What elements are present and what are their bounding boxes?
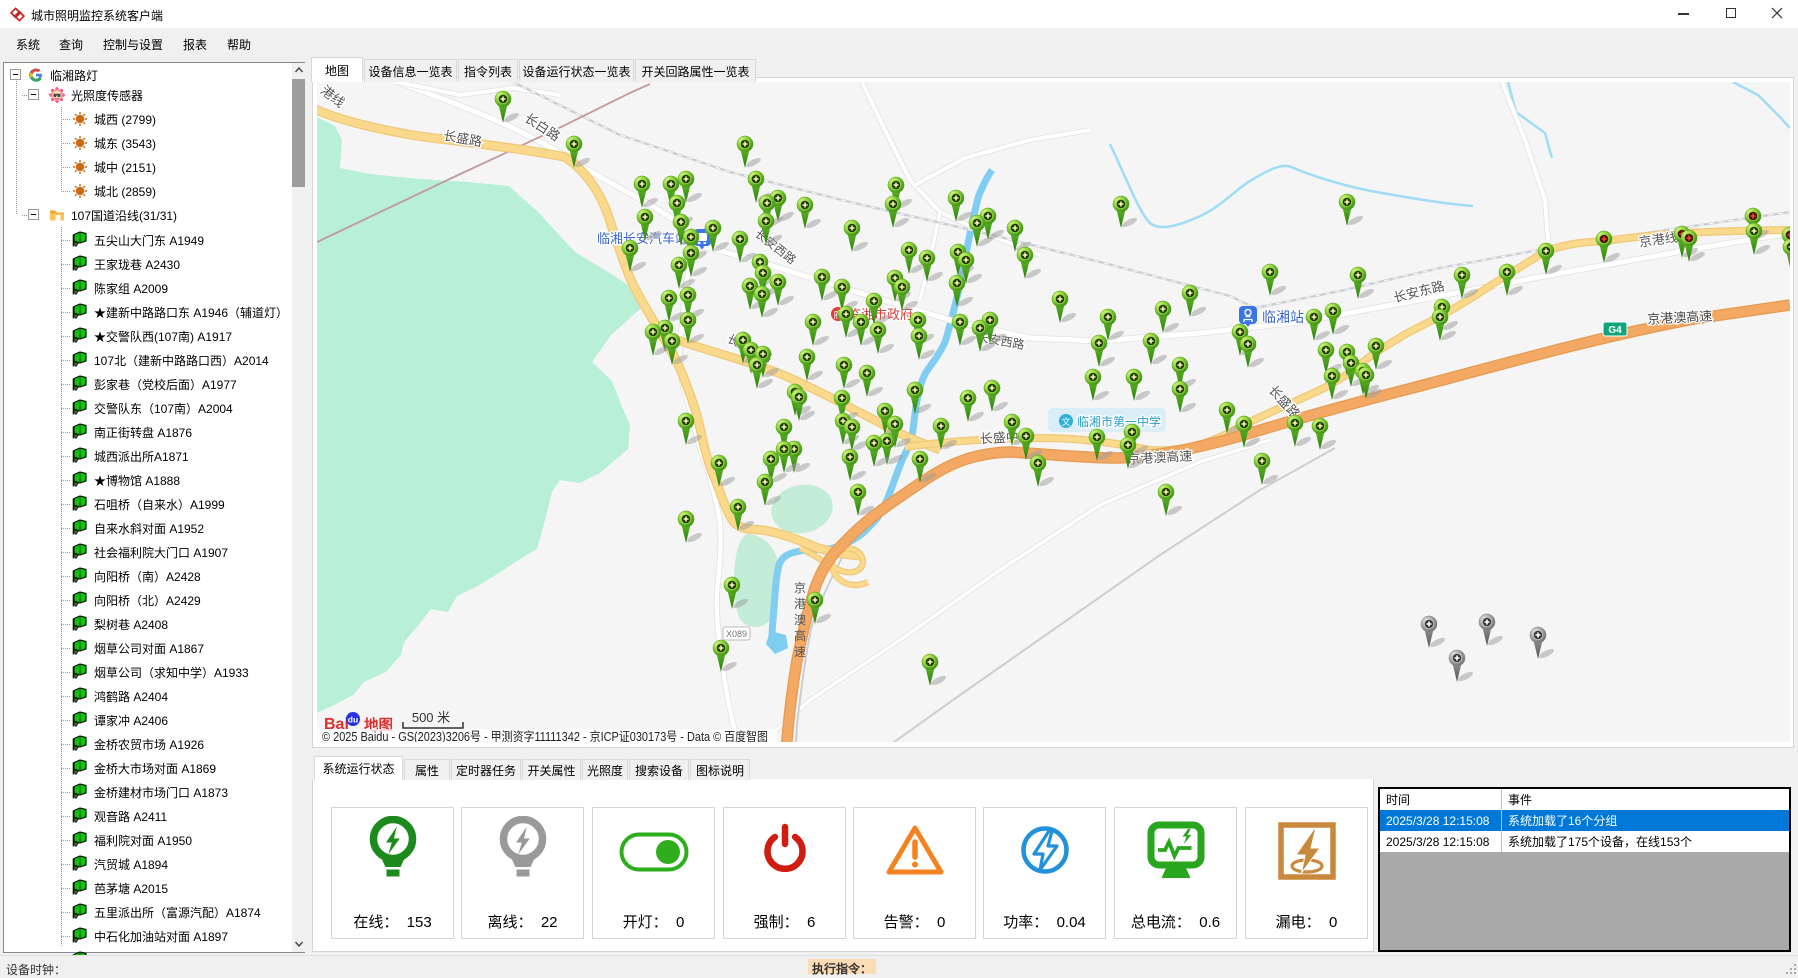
svg-text:京: 京 xyxy=(794,581,806,595)
svg-text:高: 高 xyxy=(794,628,806,643)
svg-text:© 2025 Baidu - GS(2023)3206号 -: © 2025 Baidu - GS(2023)3206号 - 甲测资字11111… xyxy=(322,729,768,742)
svg-text:du: du xyxy=(348,715,358,725)
svg-text:G4: G4 xyxy=(1608,325,1622,336)
svg-text:临湘站: 临湘站 xyxy=(1262,309,1304,325)
svg-text:临湘长安汽车站: 临湘长安汽车站 xyxy=(597,231,688,246)
svg-text:文: 文 xyxy=(1061,416,1070,427)
svg-text:澳: 澳 xyxy=(794,613,806,627)
svg-text:500 米: 500 米 xyxy=(412,710,450,725)
svg-text:X089: X089 xyxy=(726,629,747,639)
svg-text:临湘市第一中学: 临湘市第一中学 xyxy=(1077,414,1161,429)
svg-text:港: 港 xyxy=(794,597,806,611)
svg-text:速: 速 xyxy=(794,645,806,659)
